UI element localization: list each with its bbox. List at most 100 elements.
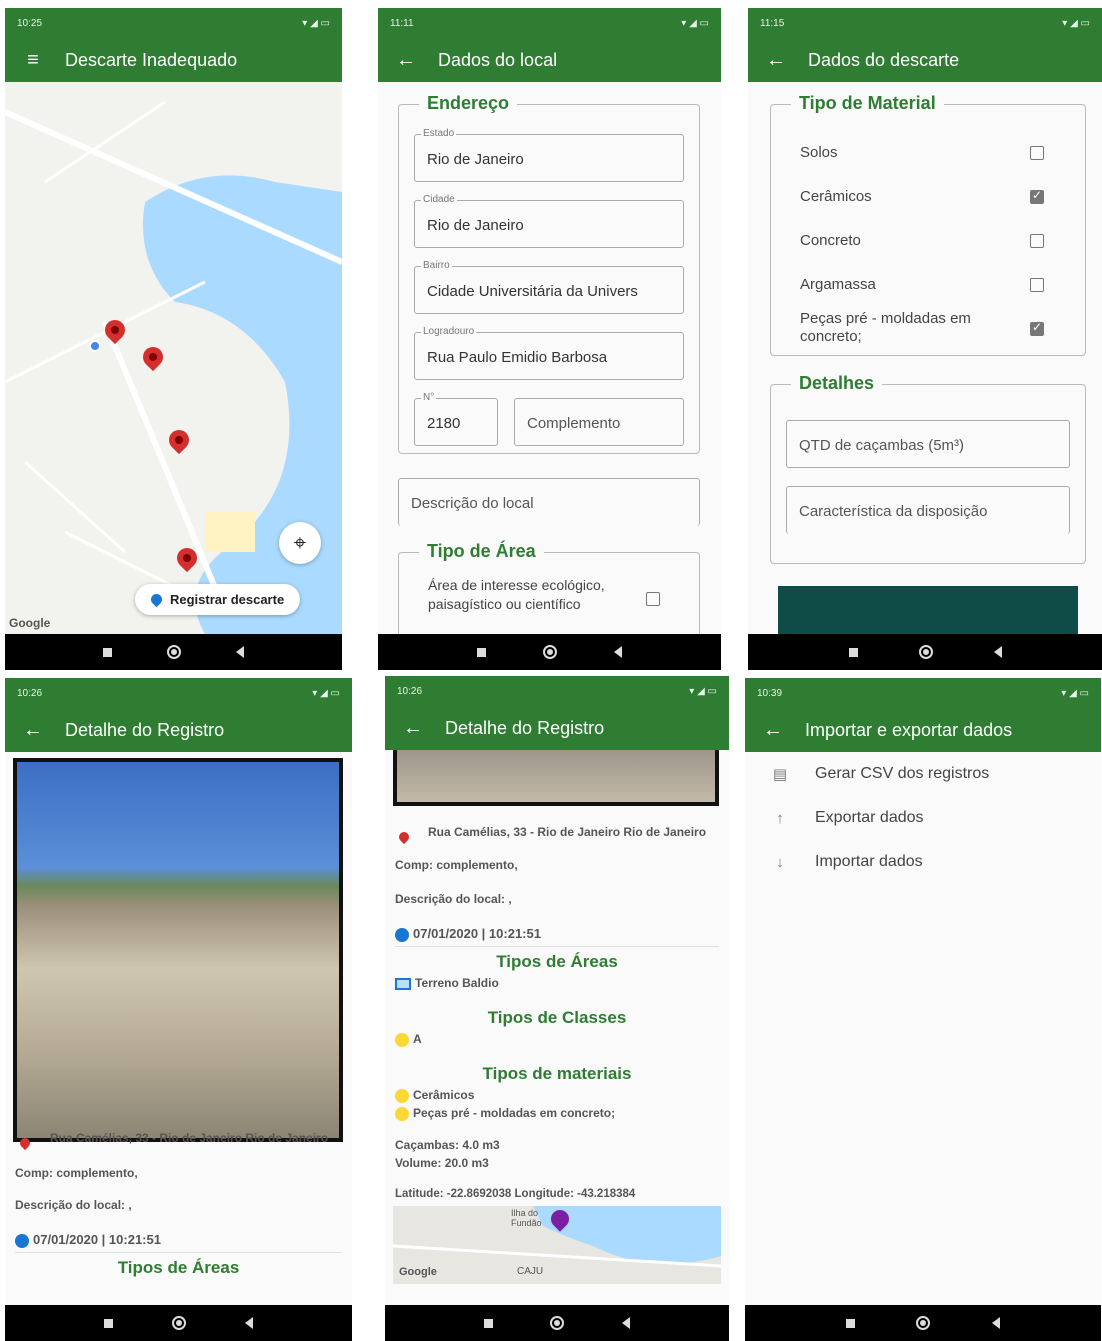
recents-icon[interactable] [104,1318,114,1328]
back-arrow-icon[interactable]: ← [392,49,420,72]
google-logo: Google [9,616,51,630]
page-title: Importar e exportar dados [805,719,1013,740]
recents-icon[interactable] [848,647,858,657]
areas-title: Tipos de Áreas [117,1258,240,1277]
arrow-down-icon: ↓ [776,853,784,871]
recents-icon[interactable] [102,647,112,657]
home-icon[interactable] [171,1316,186,1330]
status-time: 10:39 [757,687,783,699]
material-checkbox[interactable] [1030,320,1044,336]
location-pin-icon [148,591,165,608]
location-pin-icon [396,829,412,845]
material-checkbox[interactable] [1030,146,1044,160]
city-label: Cidade [421,194,457,205]
page-title: Dados do local [438,49,558,70]
recents-icon[interactable] [845,1318,855,1328]
material-label: Peças pré - moldadas em concreto; [800,310,971,345]
material-checkbox[interactable] [1030,278,1044,292]
back-nav-icon[interactable] [614,646,623,658]
number-value: 2180 [427,415,461,432]
home-icon[interactable] [166,645,181,659]
home-icon[interactable] [542,645,557,659]
import-data-item[interactable]: ↓ Importar dados [745,840,1101,884]
back-arrow-icon[interactable]: ← [399,717,427,740]
status-bar: 11:15 ▾ ◢ ▭ [748,8,1102,38]
caracteristica-field[interactable]: Característica da disposição [786,486,1070,534]
material-value: Peças pré - moldadas em concreto; [395,1106,615,1121]
area-legend: Tipo de Área [419,541,544,562]
area-option-checkbox[interactable] [646,592,660,606]
complement-field[interactable]: Complemento [514,398,684,446]
complement-text: Comp: complemento, [395,858,518,872]
recents-icon[interactable] [483,1318,493,1328]
back-nav-icon[interactable] [992,1317,1001,1329]
material-value-text: Peças pré - moldadas em concreto; [413,1106,616,1120]
back-arrow-icon[interactable]: ← [762,49,790,72]
back-nav-icon[interactable] [993,646,1002,658]
home-icon[interactable] [916,1316,931,1330]
material-checkbox[interactable] [1030,188,1044,204]
latlong-text: Latitude: -22.8692038 Longitude: -43.218… [395,1188,636,1200]
system-nav-bar [5,1305,352,1341]
status-time: 10:25 [17,17,43,29]
back-arrow-icon[interactable]: ← [19,719,47,742]
home-icon[interactable] [918,645,933,659]
generate-csv-item[interactable]: ▤ Gerar CSV dos registros [745,752,1101,796]
page-title: Dados do descarte [808,49,960,70]
description-field[interactable]: Descrição do local [398,478,700,526]
my-location-button[interactable]: ⌖ [279,522,321,564]
status-time: 10:26 [397,685,423,697]
complement-placeholder: Complemento [527,415,621,432]
city-field[interactable]: Cidade Rio de Janeiro [414,194,684,248]
number-field[interactable]: N° 2180 [414,392,498,446]
submit-button[interactable] [778,586,1078,634]
circle-icon [395,1032,409,1047]
caju-label: CAJU [517,1266,544,1277]
status-bar: 10:26 ▾ ◢ ▭ [5,678,352,708]
disposal-photo [393,750,719,806]
material-value: Cerâmicos [395,1088,474,1103]
material-checkbox[interactable] [1030,234,1044,248]
arrow-up-icon: ↑ [776,809,784,827]
status-time: 10:26 [17,687,43,699]
divider [395,946,719,947]
material-label: Argamassa [800,276,876,293]
material-value-text: Cerâmicos [413,1088,475,1102]
google-logo: Google [399,1266,437,1278]
export-data-item[interactable]: ↑ Exportar dados [745,796,1101,840]
page-title: Detalhe do Registro [445,717,605,738]
register-disposal-button[interactable]: Registrar descarte [135,584,301,615]
status-icons: ▾ ◢ ▭ [681,17,709,29]
back-nav-icon[interactable] [622,1317,631,1329]
mini-map[interactable]: Ilha do Fundão CAJU Google [393,1206,721,1284]
details-legend: Detalhes [791,373,883,394]
qtd-cacambas-field[interactable]: QTD de caçambas (5m³) [786,420,1070,468]
home-icon[interactable] [550,1316,565,1330]
datetime-text: 07/01/2020 | 10:21:51 [395,926,541,942]
street-field[interactable]: Logradouro Rua Paulo Emidio Barbosa [414,326,684,380]
page-title: Detalhe do Registro [65,719,225,740]
neighborhood-label: Bairro [421,260,452,271]
back-arrow-icon[interactable]: ← [759,719,787,742]
status-icons: ▾ ◢ ▭ [312,687,340,699]
state-field[interactable]: Estado Rio de Janeiro [414,128,684,182]
recents-icon[interactable] [476,647,486,657]
app-bar: ← Dados do local [378,38,721,82]
map-view[interactable]: ⌖ Registrar descarte Google [5,82,342,634]
description-text: Descrição do local: , [15,1198,132,1212]
datetime-value: 07/01/2020 | 10:21:51 [413,926,541,941]
register-disposal-label: Registrar descarte [170,592,285,607]
street-label: Logradouro [421,326,477,337]
back-nav-icon[interactable] [244,1317,253,1329]
app-bar: ← Importar e exportar dados [745,708,1101,752]
class-value: A [395,1032,422,1047]
menu-icon[interactable]: ≡ [19,49,47,72]
generate-csv-label: Gerar CSV dos registros [815,765,990,782]
volume-text: Volume: 20.0 m3 [395,1156,489,1170]
back-nav-icon[interactable] [236,646,245,658]
page-title: Descarte Inadequado [65,49,238,70]
island-label: Ilha do Fundão [511,1208,542,1228]
import-data-label: Importar dados [815,853,923,870]
neighborhood-field[interactable]: Bairro Cidade Universitária da Univers [414,260,684,314]
system-nav-bar [745,1305,1101,1341]
